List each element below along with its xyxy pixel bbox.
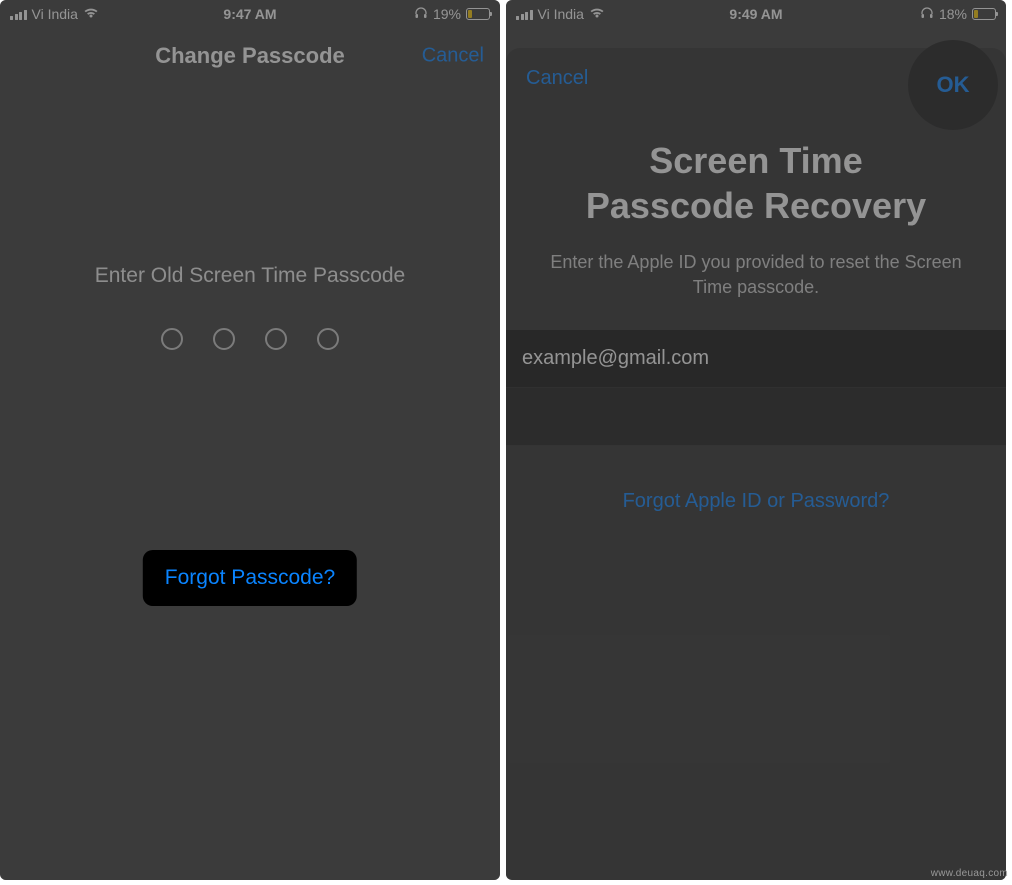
status-time: 9:47 AM: [223, 6, 276, 22]
wifi-icon: [589, 6, 605, 22]
status-left: Vi India: [10, 6, 99, 22]
passcode-dot: [317, 328, 339, 350]
recovery-title: Screen Time Passcode Recovery: [506, 138, 1006, 228]
phone-change-passcode: Vi India 9:47 AM 19% Change Passcode Can…: [0, 0, 500, 880]
ok-button[interactable]: OK: [937, 72, 970, 98]
battery-icon: [972, 8, 996, 20]
nav-bar: Change Passcode Cancel: [0, 28, 500, 84]
recovery-sheet: Cancel OK Screen Time Passcode Recovery …: [506, 48, 1006, 880]
passcode-content: Enter Old Screen Time Passcode: [0, 84, 500, 350]
headphones-icon: [920, 6, 934, 23]
password-row[interactable]: [506, 388, 1006, 446]
battery-pct: 19%: [433, 6, 461, 22]
cellular-signal-icon: [516, 8, 533, 20]
battery-pct: 18%: [939, 6, 967, 22]
recovery-subtitle: Enter the Apple ID you provided to reset…: [506, 250, 1006, 300]
title-line: Screen Time: [649, 140, 862, 181]
apple-id-input[interactable]: [522, 347, 990, 370]
forgot-apple-id-link[interactable]: Forgot Apple ID or Password?: [506, 490, 1006, 513]
screenshot-pair: Vi India 9:47 AM 19% Change Passcode Can…: [0, 0, 1012, 880]
status-right: 18%: [920, 6, 996, 23]
status-right: 19%: [414, 6, 490, 23]
page-title: Change Passcode: [155, 43, 345, 69]
passcode-dots[interactable]: [0, 328, 500, 350]
title-line: Passcode Recovery: [586, 185, 926, 226]
passcode-dot: [161, 328, 183, 350]
watermark: www.deuaq.com: [931, 868, 1008, 879]
cancel-button[interactable]: Cancel: [422, 45, 484, 68]
wifi-icon: [83, 6, 99, 22]
forgot-passcode-button[interactable]: Forgot Passcode?: [143, 550, 357, 606]
apple-id-row[interactable]: [506, 330, 1006, 388]
status-left: Vi India: [516, 6, 605, 22]
carrier-label: Vi India: [538, 6, 584, 22]
cellular-signal-icon: [10, 8, 27, 20]
status-bar: Vi India 9:49 AM 18%: [506, 0, 1006, 28]
carrier-label: Vi India: [32, 6, 78, 22]
ok-highlight-circle: OK: [908, 40, 998, 130]
headphones-icon: [414, 6, 428, 23]
status-bar: Vi India 9:47 AM 19%: [0, 0, 500, 28]
passcode-dot: [265, 328, 287, 350]
apple-id-form: [506, 330, 1006, 446]
cancel-button[interactable]: Cancel: [526, 67, 588, 90]
passcode-dot: [213, 328, 235, 350]
battery-icon: [466, 8, 490, 20]
passcode-prompt: Enter Old Screen Time Passcode: [0, 264, 500, 288]
password-input[interactable]: [522, 405, 990, 428]
phone-recovery: Vi India 9:49 AM 18% Cancel OK: [506, 0, 1006, 880]
status-time: 9:49 AM: [729, 6, 782, 22]
